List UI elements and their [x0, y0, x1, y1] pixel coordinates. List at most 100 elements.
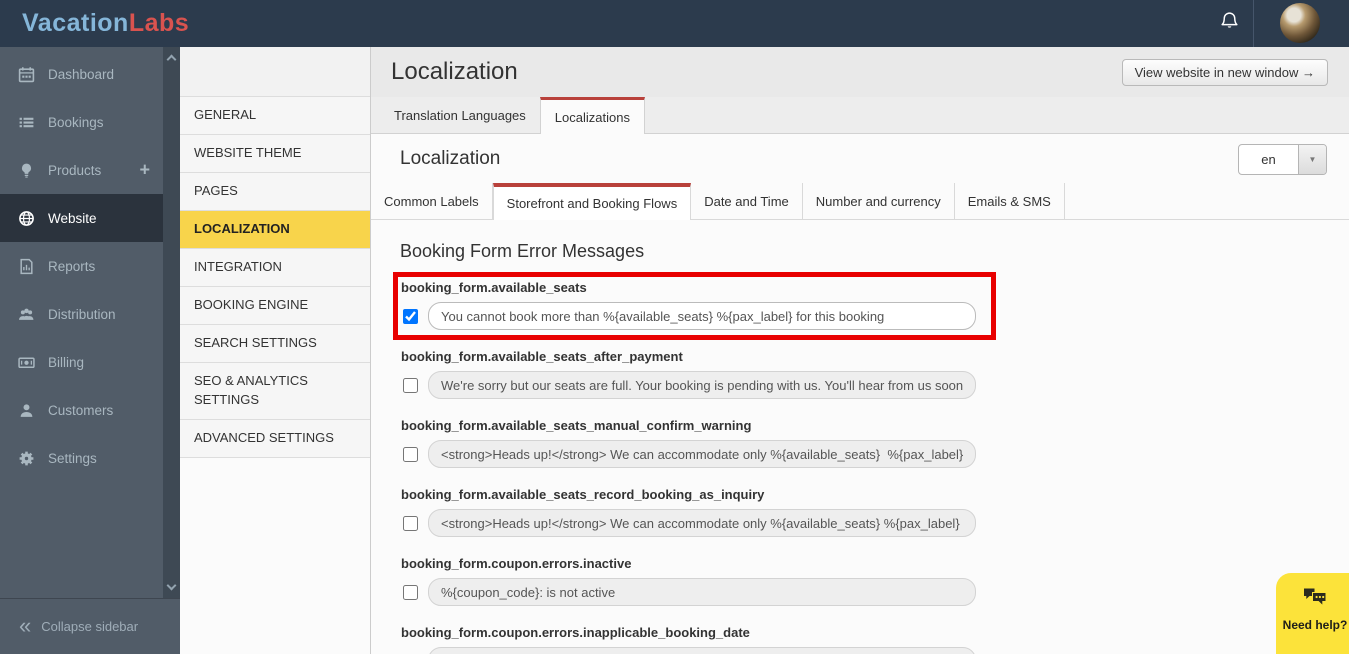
brand-part1: Vacation	[22, 9, 129, 37]
need-help-button[interactable]: Need help?	[1276, 573, 1349, 654]
settings-menu-item-label: ADVANCED SETTINGS	[194, 429, 334, 448]
collapse-sidebar-button[interactable]: Collapse sidebar	[0, 598, 180, 654]
user-avatar[interactable]	[1280, 3, 1320, 43]
collapse-chevrons-icon	[19, 613, 31, 639]
top-bar: VacationLabs	[0, 0, 1349, 47]
report-icon	[18, 258, 35, 275]
field-value-input[interactable]	[428, 440, 976, 468]
settings-menu-item-advanced-settings[interactable]: ADVANCED SETTINGS	[180, 420, 370, 458]
sidebar-item-label: Settings	[48, 451, 97, 466]
sidebar-item-website[interactable]: Website	[0, 194, 163, 242]
field-enable-checkbox[interactable]	[403, 309, 418, 324]
localization-field: booking_form.available_seats_after_payme…	[401, 349, 976, 399]
sidebar-item-reports[interactable]: Reports	[0, 242, 163, 290]
error-message-fields: booking_form.available_seats booking_for…	[401, 280, 976, 654]
sidebar-item-billing[interactable]: Billing	[0, 338, 163, 386]
settings-menu-spacer	[180, 47, 370, 97]
sidebar-item-distribution[interactable]: Distribution	[0, 290, 163, 338]
field-enable-checkbox[interactable]	[403, 516, 418, 531]
sidebar-item-label: Billing	[48, 355, 84, 370]
sub-tab-label: Number and currency	[816, 194, 941, 209]
settings-menu-item-label: LOCALIZATION	[194, 220, 290, 239]
settings-menu-item-label: WEBSITE THEME	[194, 144, 301, 163]
sidebar-item-dashboard[interactable]: Dashboard	[0, 50, 163, 98]
field-enable-checkbox[interactable]	[403, 378, 418, 393]
field-value-input[interactable]	[428, 302, 976, 330]
settings-menu-item-label: INTEGRATION	[194, 258, 282, 277]
globe-icon	[18, 210, 35, 227]
language-select[interactable]: en	[1238, 144, 1327, 175]
collapse-sidebar-label: Collapse sidebar	[41, 619, 138, 634]
field-value-input[interactable]	[428, 647, 976, 654]
settings-menu-item-integration[interactable]: INTEGRATION	[180, 249, 370, 287]
localization-field: booking_form.available_seats_record_book…	[401, 487, 976, 537]
field-key-label: booking_form.available_seats_record_book…	[401, 487, 976, 503]
localizations-panel: Localization en Common Labels Storefront…	[371, 134, 1349, 654]
sub-tab-label: Storefront and Booking Flows	[507, 196, 678, 211]
page-title: Localization	[391, 47, 518, 97]
sidebar-item-label: Reports	[48, 259, 95, 274]
sub-tab-date-and-time[interactable]: Date and Time	[691, 183, 803, 219]
bell-icon	[1219, 11, 1240, 37]
field-value-input[interactable]	[428, 371, 976, 399]
user-icon	[18, 402, 35, 419]
select-dropdown-arrow-icon[interactable]	[1298, 145, 1326, 174]
field-key-label: booking_form.available_seats	[401, 280, 976, 296]
field-value-input[interactable]	[428, 509, 976, 537]
main-tab-label: Translation Languages	[394, 108, 526, 123]
field-enable-checkbox[interactable]	[403, 447, 418, 462]
sidebar-item-customers[interactable]: Customers	[0, 386, 163, 434]
settings-menu-item-label: BOOKING ENGINE	[194, 296, 308, 315]
notifications-button[interactable]	[1212, 0, 1246, 47]
field-key-label: booking_form.available_seats_after_payme…	[401, 349, 976, 365]
sub-tab-emails-sms[interactable]: Emails & SMS	[955, 183, 1065, 219]
settings-menu-item-label: SEO & ANALYTICS SETTINGS	[194, 372, 356, 410]
sidebar: Dashboard Bookings Products Website Repo…	[0, 47, 180, 598]
sub-tab-common-labels[interactable]: Common Labels	[371, 183, 493, 219]
main-tab-localizations[interactable]: Localizations	[540, 97, 645, 134]
sub-tab-label: Emails & SMS	[968, 194, 1051, 209]
settings-menu-item-seo-analytics-settings[interactable]: SEO & ANALYTICS SETTINGS	[180, 363, 370, 420]
chevron-down-icon[interactable]	[167, 581, 177, 591]
sidebar-item-products[interactable]: Products	[0, 146, 163, 194]
settings-menu-item-label: SEARCH SETTINGS	[194, 334, 317, 353]
chevron-up-icon[interactable]	[167, 55, 177, 65]
settings-menu-item-booking-engine[interactable]: BOOKING ENGINE	[180, 287, 370, 325]
settings-menu-item-pages[interactable]: PAGES	[180, 173, 370, 211]
sub-tab-number-and-currency[interactable]: Number and currency	[803, 183, 955, 219]
sidebar-item-settings[interactable]: Settings	[0, 434, 163, 482]
field-value-input[interactable]	[428, 578, 976, 606]
localization-field: booking_form.available_seats	[401, 280, 976, 330]
sidebar-scrollbar[interactable]	[163, 47, 180, 598]
sub-tab-storefront-and-booking-flows[interactable]: Storefront and Booking Flows	[493, 183, 692, 220]
sidebar-item-label: Distribution	[48, 307, 116, 322]
settings-menu-item-website-theme[interactable]: WEBSITE THEME	[180, 135, 370, 173]
plus-icon[interactable]	[139, 160, 150, 181]
money-icon	[18, 354, 35, 371]
page-header: Localization View website in new window …	[371, 47, 1349, 97]
sub-tab-label: Common Labels	[384, 194, 479, 209]
need-help-label: Need help?	[1283, 618, 1348, 632]
settings-menu-item-localization[interactable]: LOCALIZATION	[180, 211, 370, 249]
settings-menu-item-label: GENERAL	[194, 106, 256, 125]
chat-icon	[1302, 587, 1328, 613]
panel-title: Localization	[400, 148, 500, 170]
bulb-icon	[18, 162, 35, 179]
sub-tab-label: Date and Time	[704, 194, 789, 209]
view-website-button[interactable]: View website in new window →	[1122, 59, 1328, 86]
sidebar-item-label: Customers	[48, 403, 113, 418]
sidebar-item-bookings[interactable]: Bookings	[0, 98, 163, 146]
calendar-icon	[18, 66, 35, 83]
settings-menu-item-label: PAGES	[194, 182, 238, 201]
main-tab-translation-languages[interactable]: Translation Languages	[380, 97, 540, 133]
section-title: Booking Form Error Messages	[400, 241, 644, 262]
settings-menu-item-search-settings[interactable]: SEARCH SETTINGS	[180, 325, 370, 363]
field-enable-checkbox[interactable]	[403, 585, 418, 600]
language-select-value: en	[1239, 145, 1298, 174]
main-tab-bar: Translation Languages Localizations	[371, 97, 1349, 134]
localization-field: booking_form.available_seats_manual_conf…	[401, 418, 976, 468]
topbar-divider	[1253, 0, 1254, 47]
field-key-label: booking_form.coupon.errors.inapplicable_…	[401, 625, 976, 641]
settings-menu-item-general[interactable]: GENERAL	[180, 97, 370, 135]
main-area: Localization View website in new window …	[371, 47, 1349, 654]
